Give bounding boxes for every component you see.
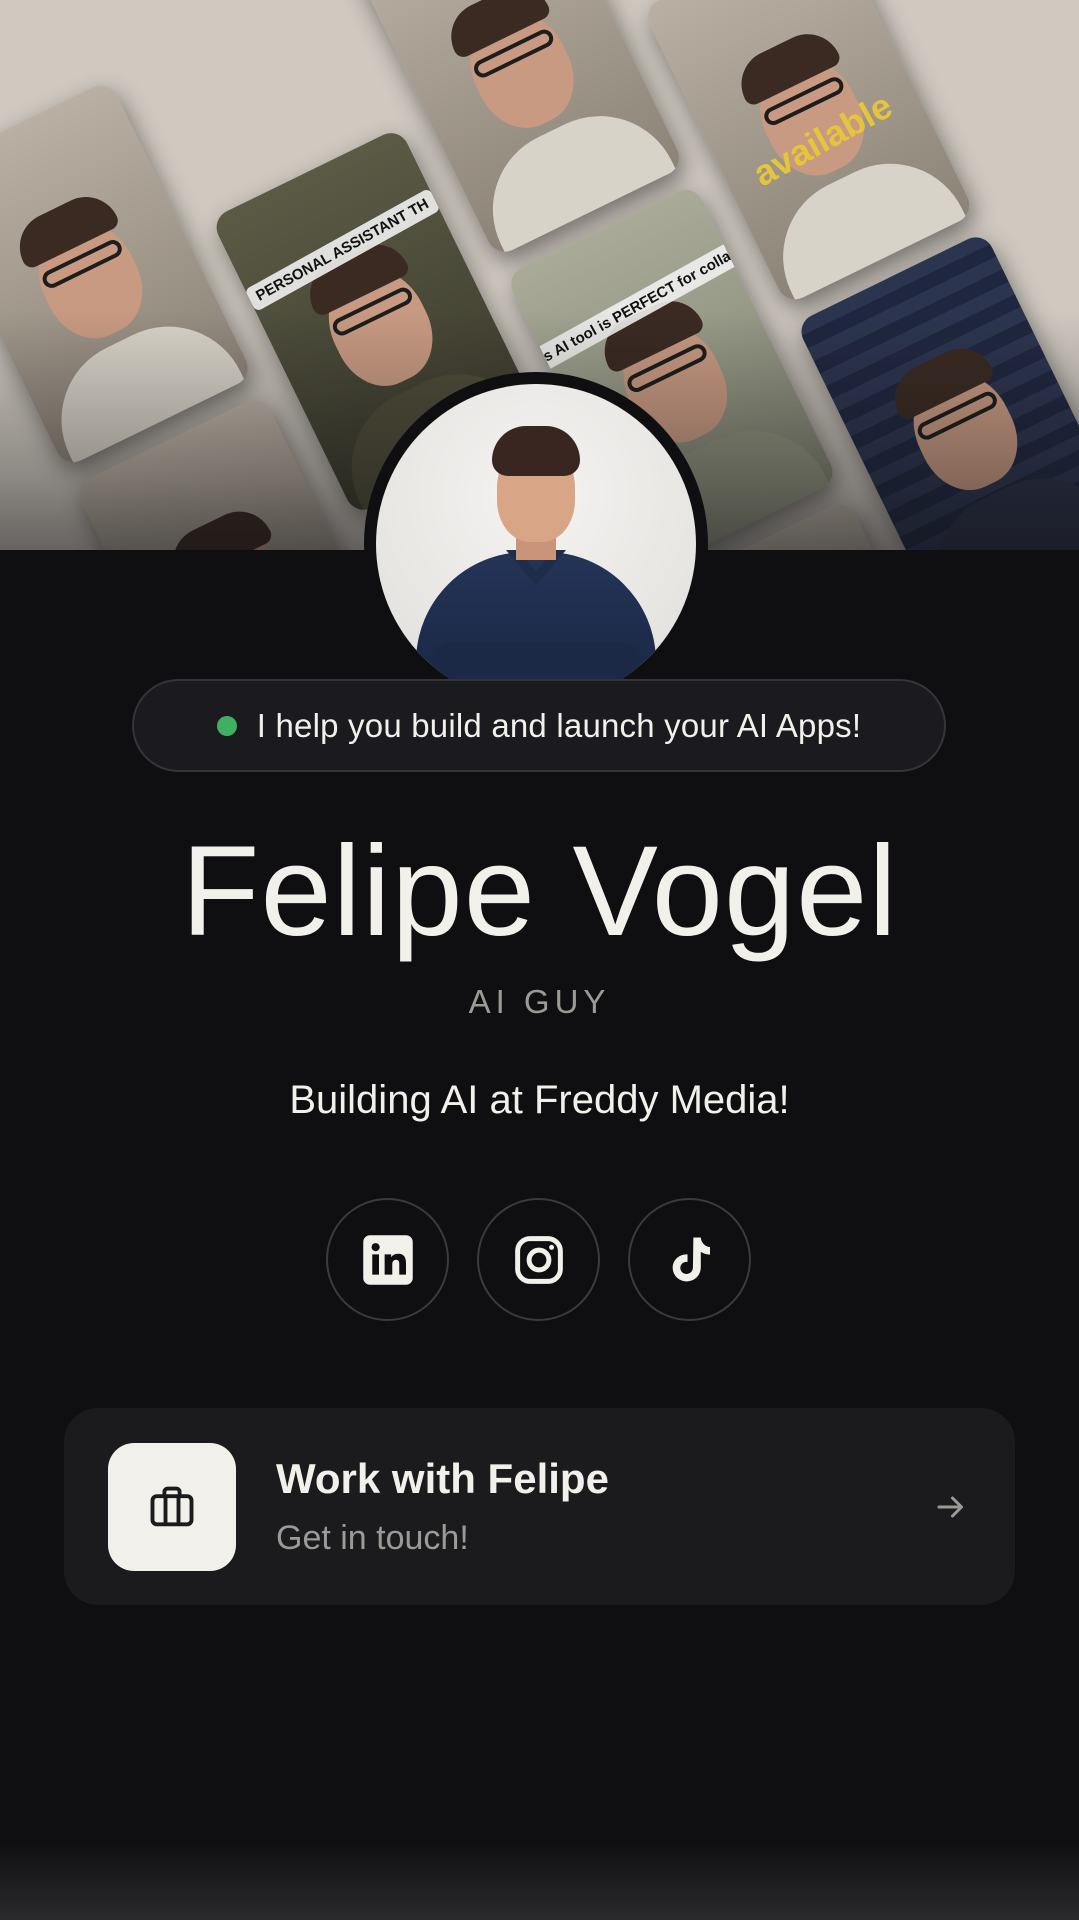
linkedin-link[interactable] — [326, 1198, 449, 1321]
status-badge: I help you build and launch your AI Apps… — [132, 679, 946, 772]
cta-title: Work with Felipe — [276, 1455, 609, 1502]
briefcase-icon — [150, 1486, 194, 1526]
instagram-icon — [514, 1235, 563, 1284]
profile-page: availablePERSONAL ASSISTANT THChatGPT ju… — [0, 0, 1079, 1920]
profile-role: AI GUY — [468, 983, 611, 1020]
bottom-fade — [0, 1840, 1079, 1920]
cta-text: Work with Felipe Get in touch! — [276, 1455, 933, 1558]
social-links — [326, 1198, 751, 1321]
status-text: I help you build and launch your AI Apps… — [256, 706, 862, 744]
linkedin-icon — [362, 1234, 413, 1285]
cta-icon-tile — [108, 1442, 236, 1571]
arrow-right-icon — [937, 1496, 963, 1517]
tiktok-icon — [672, 1237, 710, 1281]
work-with-felipe-card[interactable]: Work with Felipe Get in touch! — [64, 1408, 1015, 1605]
avatar — [364, 372, 708, 716]
status-dot-icon — [216, 715, 237, 736]
avatar-photo — [376, 384, 696, 704]
instagram-link[interactable] — [477, 1198, 600, 1321]
cta-subtitle: Get in touch! — [276, 1519, 469, 1557]
tiktok-link[interactable] — [628, 1198, 751, 1321]
profile-tagline: Building AI at Freddy Media! — [289, 1078, 790, 1122]
profile-name: Felipe Vogel — [181, 820, 898, 963]
